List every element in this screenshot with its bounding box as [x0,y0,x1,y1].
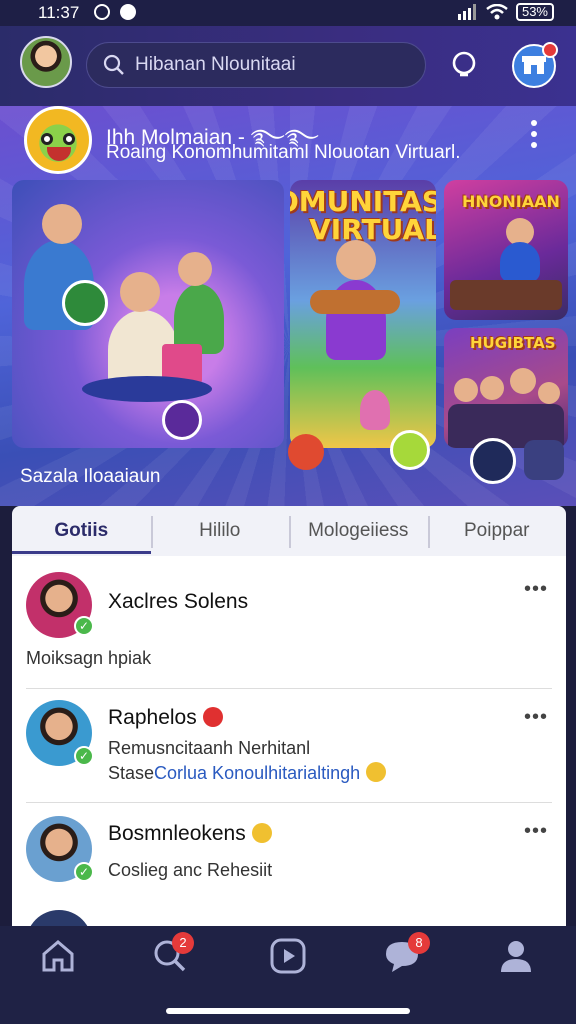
divider [26,802,552,803]
battery-indicator: 53% [515,3,554,21]
download-badge-icon[interactable] [524,440,564,480]
wifi-icon [486,4,508,20]
verified-icon: ✓ [74,862,94,882]
signal-icon [457,4,476,20]
emoji-badge-icon[interactable] [390,430,430,470]
banner-card-virtual[interactable]: KOMUNITAS VIRTUAL [290,180,436,448]
status-time: 11:37 [38,3,80,22]
person-head [42,204,82,244]
tab-hililo[interactable]: Hililo [150,506,290,556]
feed-tabs: Gotiis Hililo Mologeiiess Poippar [12,506,566,556]
profile-icon[interactable] [496,936,536,976]
tab-mologeiiess[interactable]: Mologeiiess [289,506,428,556]
store-button[interactable] [512,42,558,88]
search-input[interactable]: Hibanan Nlounitaai [86,42,426,88]
banner-caption: Sazala Iloaaiaun [20,466,161,487]
post-author[interactable]: Bosmnleokens [108,822,272,846]
post-prefix: Stase [108,763,155,783]
search-nav-button[interactable]: 2 [150,932,194,976]
community-link[interactable]: Corlua Konoulhitarialtingh [154,763,360,783]
post-author[interactable]: Raphelos [108,706,223,730]
post-author[interactable]: Xaclres Solens [108,590,248,614]
chat-nav-button[interactable]: 8 [382,932,430,976]
video-icon[interactable] [268,936,308,976]
banner-card-group[interactable]: HUGIBTAS [444,328,568,448]
leaf-badge-icon [62,280,108,326]
post-text: Coslieg anc Rehesiit [108,860,273,880]
search-icon [103,54,124,75]
smile-emoji-icon [251,823,272,843]
tab-label: Gotiis [54,520,109,541]
more-options-icon[interactable]: ••• [524,578,548,601]
status-indicators: 53% [457,3,554,21]
search-text: Hibanan Nlounitaai [135,54,296,75]
person-head [120,272,160,312]
more-options-icon[interactable] [528,120,540,156]
banner-card-game[interactable]: HNONIAAN [444,180,568,320]
tab-label: Mologeiiess [308,520,409,541]
messenger-icon [120,4,136,20]
tab-label: Poippar [464,520,530,541]
home-icon[interactable] [38,936,78,976]
game-table [450,280,562,310]
guitar [310,290,400,314]
person-head [480,376,504,400]
verified-icon: ✓ [74,616,94,636]
avatar[interactable] [26,910,92,926]
card-title-right-top: HNONIAAN [462,192,560,211]
avatar-eye [41,133,53,145]
person-head [336,240,376,280]
card-title-right-bottom: HUGIBTAS [470,334,556,352]
avatar-eye [63,133,75,145]
tab-poippar[interactable]: Poippar [427,506,567,556]
platform [82,376,212,402]
tab-label: Hililo [199,520,241,541]
search-badge: 2 [172,932,194,954]
banner-subtitle: Roaing Konomhumitaml Nlouotan Virtuarl. [106,142,461,163]
post-author-name: Raphelos [108,706,197,729]
app-header: Hibanan Nlounitaai [0,26,576,106]
person-head [510,368,536,394]
avatar-mouth [47,147,71,161]
heart-badge-icon[interactable] [288,434,324,470]
feed-list: ✓ Xaclres Solens ••• Moiksagn hpiak ✓ Ra… [12,556,566,926]
divider [26,688,552,689]
notification-dot [542,42,558,58]
community-badge-icon[interactable] [162,400,202,440]
profile-avatar[interactable] [20,36,72,88]
person-head [538,382,560,404]
app-notification-icon [94,4,110,20]
smile-emoji-icon [366,762,387,782]
banner-avatar[interactable] [24,106,92,174]
home-indicator[interactable] [166,1008,410,1014]
post-text: Moiksagn hpiak [26,648,152,668]
card-title-main: KOMUNITAS VIRTUAL [290,185,436,246]
person-head [454,378,478,402]
verified-icon: ✓ [74,746,94,766]
status-bar: 11:37 53% [0,0,576,26]
more-options-icon[interactable]: ••• [524,706,548,729]
community-banner[interactable]: Ihh Molmaian - ࿐࿐ Roaing Konomhumitaml N… [0,106,576,506]
person-head [178,252,212,286]
chat-badge: 8 [408,932,430,954]
post-text: Remusncitaanh Nerhitanl [108,738,311,758]
girl-figure [360,390,390,430]
post-author-name: Bosmnleokens [108,822,246,845]
banner-card-party[interactable] [12,180,284,448]
share-badge-icon[interactable] [470,438,516,484]
tab-gotiis[interactable]: Gotiis [12,506,151,556]
more-options-icon[interactable]: ••• [524,820,548,843]
angry-emoji-icon [202,707,223,727]
post-text-2: StaseCorlua Konoulhitarialtingh [108,762,387,784]
person-figure [500,242,540,282]
search-button-icon[interactable] [448,48,484,84]
